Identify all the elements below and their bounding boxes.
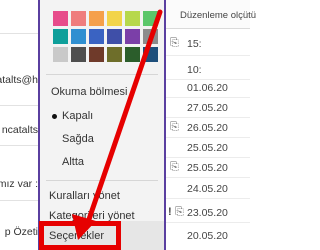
- attachment-icon: ⎘: [170, 37, 179, 49]
- reading-pane-title: Okuma bölmesi: [51, 86, 128, 98]
- theme-color-swatch[interactable]: [125, 29, 140, 44]
- date-text: 10:: [187, 64, 202, 76]
- email-list-right-partial: Düzenleme olçütü 15: ⎘ 10: 01.06.20 27.0…: [166, 0, 256, 250]
- menu-separator: [46, 180, 158, 181]
- theme-color-swatch[interactable]: [89, 11, 104, 26]
- row-divider: [166, 198, 250, 199]
- row-divider: [166, 222, 250, 223]
- date-text: 15:: [187, 38, 202, 50]
- settings-menu: Okuma bölmesi Kapalı Sağda Altta Kuralla…: [38, 0, 166, 250]
- email-sender-text[interactable]: mız var :: [0, 178, 38, 190]
- row-divider: [166, 117, 250, 118]
- theme-color-swatch[interactable]: [125, 47, 140, 62]
- divider: [0, 105, 42, 106]
- theme-color-swatch[interactable]: [89, 47, 104, 62]
- date-text: 20.05.20: [187, 230, 228, 242]
- divider: [0, 33, 42, 34]
- theme-color-swatch[interactable]: [143, 29, 158, 44]
- theme-color-swatch[interactable]: [53, 29, 68, 44]
- manage-rules-item[interactable]: Kuralları yönet: [49, 190, 120, 202]
- email-sender-text[interactable]: ncatalts: [0, 124, 38, 136]
- selected-radio-icon: [52, 114, 57, 119]
- row-divider: [166, 97, 250, 98]
- row-divider: [166, 177, 250, 178]
- attachment-icon: ⎘: [170, 161, 179, 173]
- reading-pane-off[interactable]: Kapalı: [62, 110, 93, 122]
- email-sender-text[interactable]: p Özeti: [0, 226, 38, 238]
- reading-pane-bottom[interactable]: Altta: [62, 156, 84, 168]
- theme-color-swatch[interactable]: [71, 11, 86, 26]
- divider: [0, 145, 42, 146]
- menu-separator: [46, 74, 158, 75]
- importance-icon: !: [168, 206, 172, 218]
- theme-color-swatch[interactable]: [143, 47, 158, 62]
- date-text: 26.05.20: [187, 122, 228, 134]
- date-text: 25.05.20: [187, 142, 228, 154]
- theme-color-swatch[interactable]: [89, 29, 104, 44]
- date-text: 24.05.20: [187, 183, 228, 195]
- row-divider: [166, 157, 250, 158]
- email-sender-text[interactable]: catalts@h: [0, 74, 38, 86]
- attachment-icon: ⎘: [170, 121, 179, 133]
- sort-label[interactable]: Düzenleme olçütü: [180, 10, 256, 21]
- theme-color-swatch[interactable]: [107, 47, 122, 62]
- date-text: 01.06.20: [187, 82, 228, 94]
- date-text: 23.05.20: [187, 207, 228, 219]
- date-text: 27.05.20: [187, 102, 228, 114]
- options-highlight-box: [39, 221, 121, 250]
- row-divider: [166, 55, 250, 56]
- theme-color-swatch[interactable]: [143, 11, 158, 26]
- theme-color-swatch[interactable]: [53, 11, 68, 26]
- reading-pane-right[interactable]: Sağda: [62, 133, 94, 145]
- attachment-icon: ⎘: [175, 206, 184, 218]
- divider: [0, 200, 42, 201]
- theme-color-swatch[interactable]: [71, 29, 86, 44]
- row-divider: [166, 137, 250, 138]
- theme-color-swatch[interactable]: [107, 11, 122, 26]
- theme-color-swatch[interactable]: [53, 47, 68, 62]
- row-divider: [166, 79, 250, 80]
- theme-color-swatch[interactable]: [107, 29, 122, 44]
- date-text: 25.05.20: [187, 162, 228, 174]
- theme-color-swatch[interactable]: [71, 47, 86, 62]
- theme-color-swatch[interactable]: [125, 11, 140, 26]
- list-header: Düzenleme olçütü: [166, 0, 256, 29]
